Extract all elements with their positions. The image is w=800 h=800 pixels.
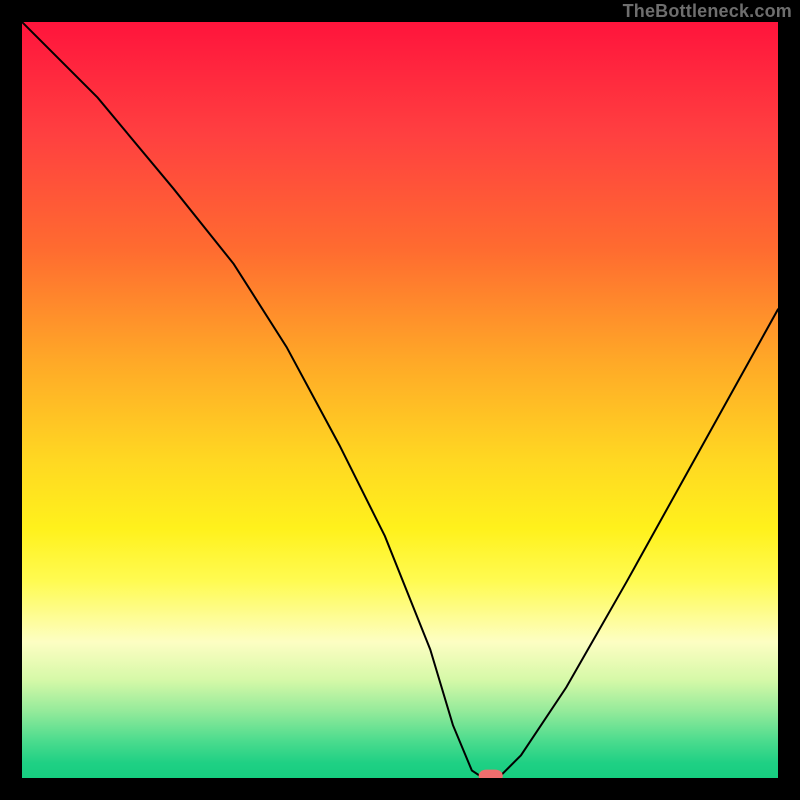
watermark-text: TheBottleneck.com xyxy=(623,2,792,20)
minimum-marker xyxy=(479,770,503,778)
bottleneck-curve xyxy=(22,22,778,778)
chart-frame: TheBottleneck.com xyxy=(0,0,800,800)
chart-svg xyxy=(22,22,778,778)
plot-area xyxy=(22,22,778,778)
